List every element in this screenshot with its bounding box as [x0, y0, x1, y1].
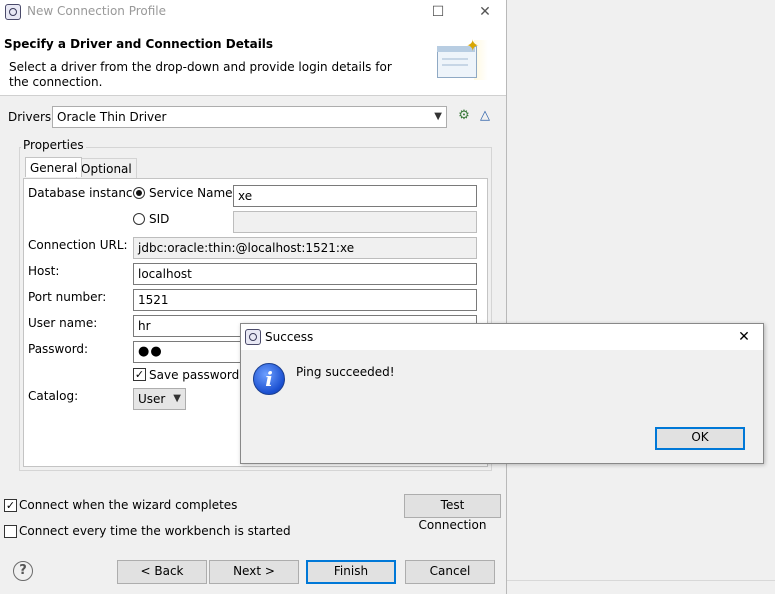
catalog-label: Catalog:: [28, 389, 79, 403]
tab-general[interactable]: General: [25, 157, 83, 177]
sid-label: SID: [149, 212, 170, 226]
driver-dropdown[interactable]: Oracle Thin Driver ▼: [52, 106, 447, 128]
port-number-label: Port number:: [28, 290, 107, 304]
save-password-label: Save password: [149, 368, 240, 382]
new-driver-icon[interactable]: ⚙: [455, 107, 473, 125]
service-name-label: Service Name: [149, 186, 233, 200]
wizard-banner-icon: ✦: [434, 36, 488, 82]
catalog-dropdown-value: User: [138, 392, 166, 406]
header-title: Specify a Driver and Connection Details: [4, 37, 274, 51]
back-button[interactable]: < Back: [117, 560, 207, 584]
sid-input[interactable]: [233, 211, 477, 233]
finish-button[interactable]: Finish: [306, 560, 396, 584]
connect-every-time-checkbox[interactable]: [4, 525, 17, 538]
connect-when-complete-label: Connect when the wizard completes: [19, 498, 238, 512]
chevron-down-icon: ▼: [434, 111, 442, 122]
next-button[interactable]: Next >: [209, 560, 299, 584]
service-name-input[interactable]: xe: [233, 185, 477, 207]
header-description: Select a driver from the drop-down and p…: [9, 60, 392, 89]
checkmark-icon: ✓: [5, 499, 16, 512]
port-number-input[interactable]: 1521: [133, 289, 477, 311]
dialog-title: Success: [265, 330, 314, 344]
maximize-icon[interactable]: ☐: [426, 2, 450, 22]
app-icon: [5, 4, 21, 20]
new-connection-profile-window: New Connection Profile ☐ ✕ Specify a Dri…: [0, 0, 507, 594]
close-icon[interactable]: ✕: [735, 328, 753, 346]
drivers-label: Drivers:: [8, 110, 56, 124]
properties-label: Properties: [21, 138, 86, 152]
dialog-message: Ping succeeded!: [296, 365, 395, 379]
database-instance-label: Database instance:: [28, 186, 144, 200]
connect-when-complete-checkbox[interactable]: ✓: [4, 499, 17, 512]
help-icon[interactable]: ?: [13, 561, 33, 581]
info-icon: i: [253, 363, 285, 395]
host-input[interactable]: localhost: [133, 263, 477, 285]
service-name-radio[interactable]: [133, 187, 145, 199]
test-connection-button[interactable]: Test Connection: [404, 494, 501, 532]
edit-driver-icon[interactable]: △: [476, 107, 494, 125]
catalog-dropdown[interactable]: User ▼: [133, 388, 186, 410]
password-label: Password:: [28, 342, 89, 356]
wizard-header: Specify a Driver and Connection Details …: [0, 24, 506, 96]
tab-optional[interactable]: Optional: [76, 158, 137, 178]
cancel-button[interactable]: Cancel: [405, 560, 495, 584]
connect-every-time-label: Connect every time the workbench is star…: [19, 524, 291, 538]
sid-radio[interactable]: [133, 213, 145, 225]
chevron-down-icon: ▼: [173, 393, 181, 404]
connection-url-field[interactable]: jdbc:oracle:thin:@localhost:1521:xe: [133, 237, 477, 259]
window-titlebar: New Connection Profile ☐ ✕: [0, 0, 506, 24]
window-title: New Connection Profile: [27, 4, 167, 18]
driver-dropdown-value: Oracle Thin Driver: [57, 110, 167, 124]
save-password-checkbox[interactable]: ✓: [133, 368, 146, 381]
close-icon[interactable]: ✕: [473, 2, 497, 22]
background-area: [507, 0, 775, 594]
divider: [507, 580, 775, 581]
user-name-label: User name:: [28, 316, 98, 330]
ok-button[interactable]: OK: [655, 427, 745, 450]
host-label: Host:: [28, 264, 60, 278]
connection-url-label: Connection URL:: [28, 238, 128, 252]
success-dialog: Success ✕ i Ping succeeded! OK: [240, 323, 764, 464]
checkmark-icon: ✓: [134, 368, 145, 381]
app-icon: [245, 329, 261, 345]
dialog-titlebar: Success ✕: [241, 324, 763, 350]
